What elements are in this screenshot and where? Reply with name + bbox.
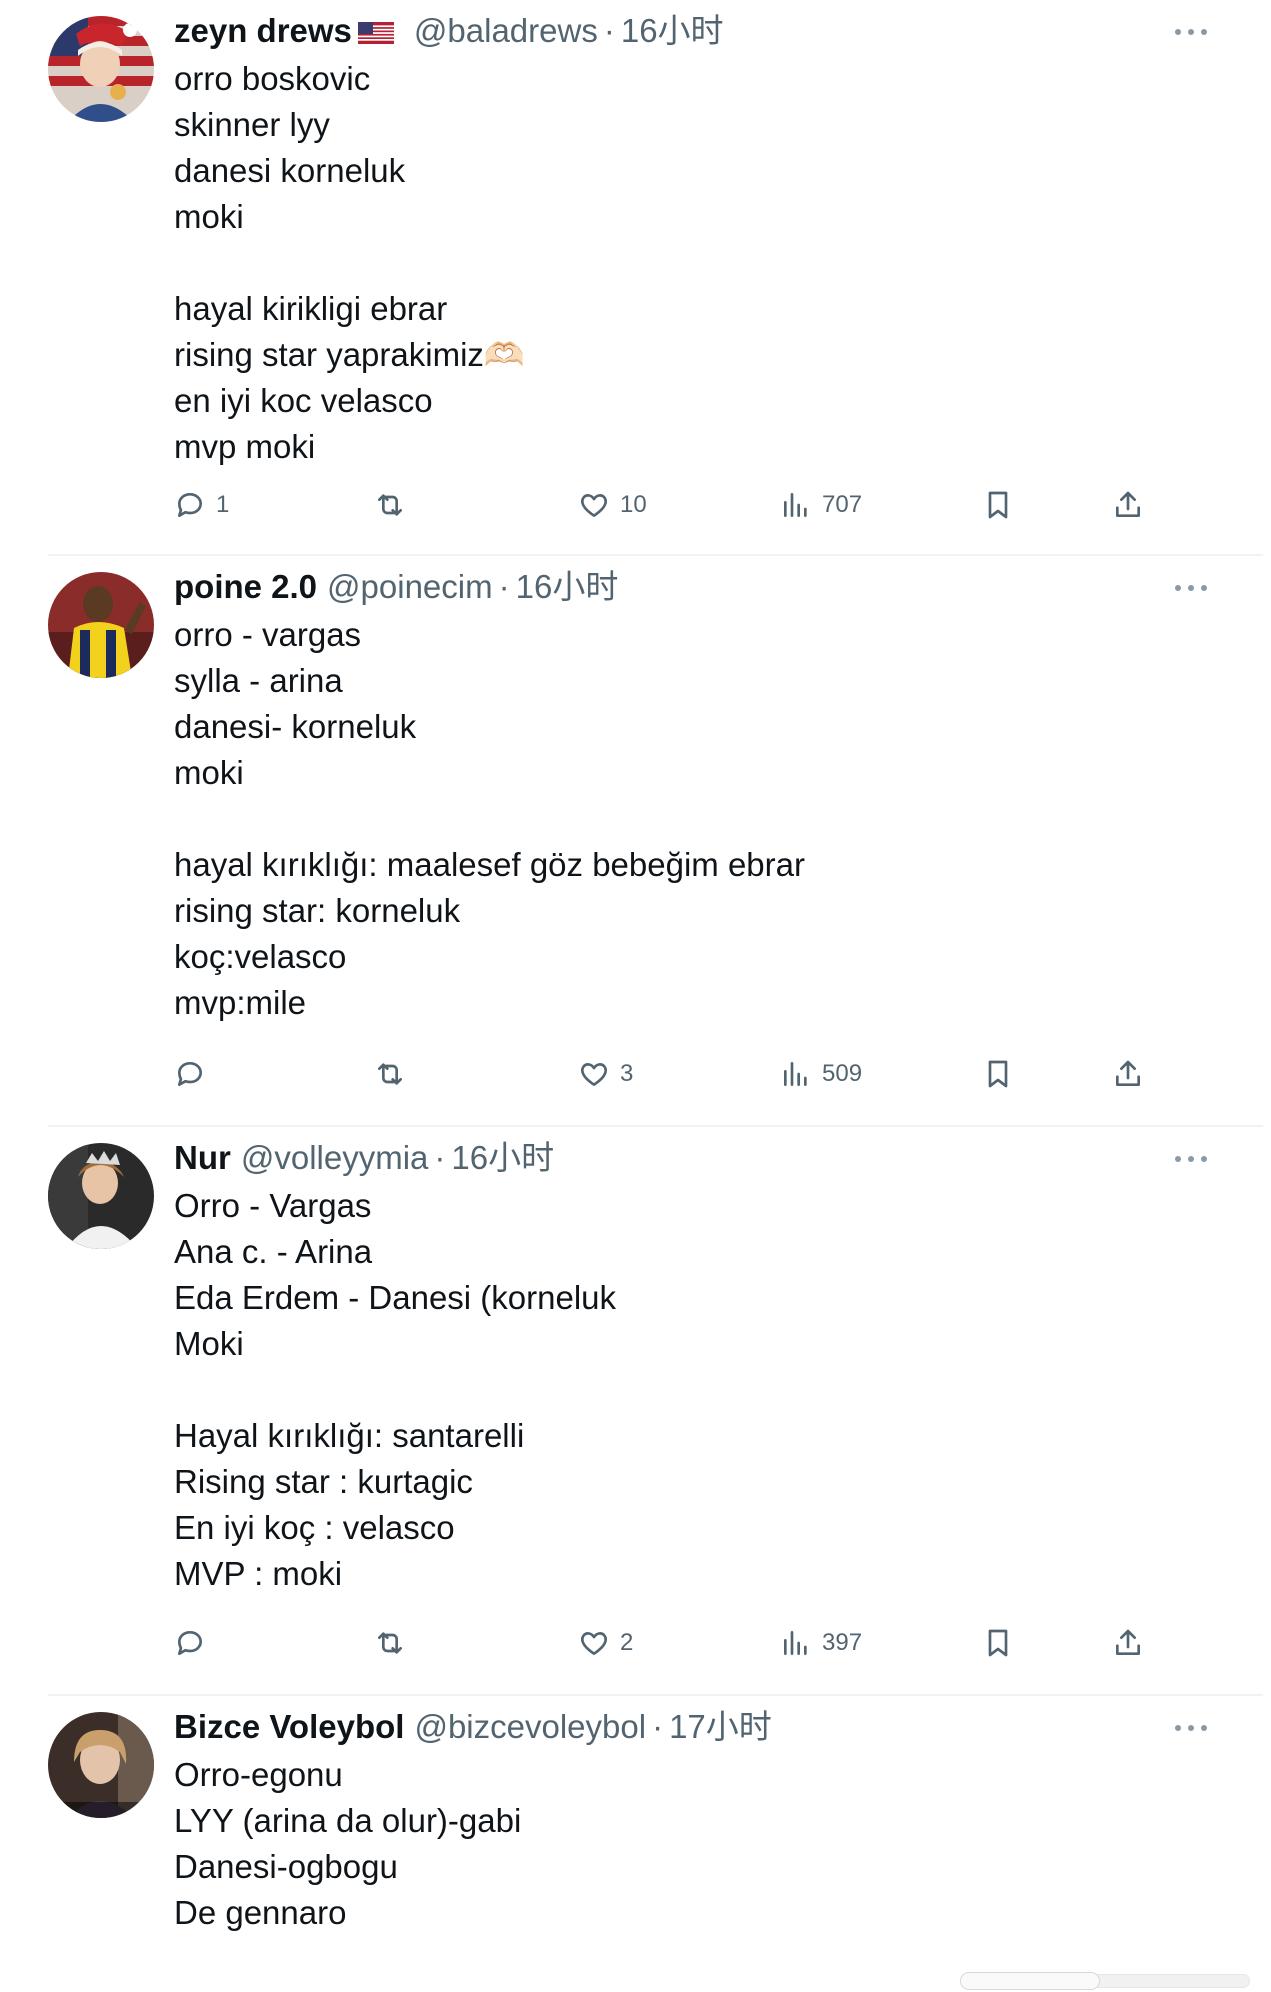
tweet[interactable]: Nur @volleyymia · 16小时 Orro - Vargas Ana… xyxy=(0,1127,1271,1696)
more-icon[interactable] xyxy=(1171,1716,1211,1740)
author-name[interactable]: poine 2.0 xyxy=(174,562,317,612)
reply-button[interactable] xyxy=(174,1054,206,1094)
bookmark-button[interactable] xyxy=(982,1054,1014,1094)
author-name[interactable]: Bizce Voleybol xyxy=(174,1702,404,1752)
tweet-text: Orro - Vargas Ana c. - Arina Eda Erdem -… xyxy=(174,1187,617,1592)
tweet[interactable]: poine 2.0 @poinecim · 16小时 orro - vargas… xyxy=(0,556,1271,1127)
timestamp[interactable]: 16小时 xyxy=(451,1133,554,1183)
reply-button[interactable] xyxy=(174,1623,206,1663)
author-handle[interactable]: @volleyymia xyxy=(241,1133,429,1183)
horizontal-scrollbar[interactable] xyxy=(960,1972,1250,1990)
retweet-icon xyxy=(378,1063,402,1085)
retweet-button[interactable] xyxy=(374,485,406,525)
bookmark-icon xyxy=(988,491,1008,519)
more-icon[interactable] xyxy=(1171,20,1211,44)
heart-icon xyxy=(580,1063,608,1086)
timestamp[interactable]: 16小时 xyxy=(621,6,724,56)
separator-dot: · xyxy=(434,1139,446,1176)
reply-button[interactable]: 1 xyxy=(174,485,229,525)
like-count: 2 xyxy=(620,1629,634,1656)
action-bar: 2 397 xyxy=(174,1623,1164,1663)
heart-icon xyxy=(580,494,608,517)
share-button[interactable] xyxy=(1112,485,1144,525)
reply-icon xyxy=(178,1062,202,1086)
share-button[interactable] xyxy=(1112,1054,1144,1094)
scrollbar-thumb[interactable] xyxy=(960,1972,1100,1990)
bookmark-icon xyxy=(988,1629,1008,1657)
reply-icon xyxy=(178,493,202,517)
more-icon[interactable] xyxy=(1171,576,1211,600)
author-name[interactable]: Nur xyxy=(174,1133,231,1183)
more-icon[interactable] xyxy=(1171,1147,1211,1171)
share-icon xyxy=(1116,1060,1140,1086)
share-icon xyxy=(1116,491,1140,517)
separator-dot: · xyxy=(652,1708,664,1745)
bookmark-icon xyxy=(988,1060,1008,1088)
author-name[interactable]: zeyn drews xyxy=(174,6,352,56)
separator-dot: · xyxy=(498,568,510,605)
like-count: 3 xyxy=(620,1060,634,1087)
tweet[interactable]: Bizce Voleybol @bizcevoleybol · 17小时 Orr… xyxy=(0,1696,1271,1992)
bookmark-button[interactable] xyxy=(982,1623,1014,1663)
retweet-button[interactable] xyxy=(374,1623,406,1663)
views-icon xyxy=(784,1631,807,1655)
like-button[interactable]: 10 xyxy=(578,485,647,525)
action-bar: 3 509 xyxy=(174,1054,1164,1094)
reply-icon xyxy=(178,1631,202,1655)
action-bar: 1 10 707 xyxy=(174,485,1164,525)
views-count: 707 xyxy=(822,491,863,518)
author-handle[interactable]: @baladrews xyxy=(414,6,598,56)
avatar[interactable] xyxy=(48,1712,154,1818)
timestamp[interactable]: 16小时 xyxy=(516,562,619,612)
like-button[interactable]: 3 xyxy=(578,1054,633,1094)
like-button[interactable]: 2 xyxy=(578,1623,633,1663)
views-icon xyxy=(784,493,807,517)
retweet-button[interactable] xyxy=(374,1054,406,1094)
author-handle[interactable]: @bizcevoleybol xyxy=(414,1702,646,1752)
us-flag-icon xyxy=(357,22,394,44)
retweet-icon xyxy=(378,494,402,516)
avatar[interactable] xyxy=(48,1143,154,1249)
tweet-text: Orro-egonu LYY (arina da olur)-gabi Dane… xyxy=(174,1756,522,1931)
views-count: 509 xyxy=(822,1060,863,1087)
views-button[interactable]: 397 xyxy=(780,1623,862,1663)
heart-icon xyxy=(580,1632,608,1655)
timeline: zeyn drews @baladrews · 16小时 orro boskov… xyxy=(0,0,1271,1992)
avatar[interactable] xyxy=(48,572,154,678)
views-count: 397 xyxy=(822,1629,863,1656)
tweet[interactable]: zeyn drews @baladrews · 16小时 orro boskov… xyxy=(0,0,1271,556)
reply-count: 1 xyxy=(216,491,230,518)
views-icon xyxy=(784,1062,807,1086)
tweet-text: orro boskovic skinner lyy danesi kornelu… xyxy=(174,60,525,465)
views-button[interactable]: 509 xyxy=(780,1054,862,1094)
tweet-text: orro - vargas sylla - arina danesi- korn… xyxy=(174,616,805,1021)
bookmark-button[interactable] xyxy=(982,485,1014,525)
avatar[interactable] xyxy=(48,16,154,122)
separator-dot: · xyxy=(603,12,615,49)
share-icon xyxy=(1116,1629,1140,1655)
timestamp[interactable]: 17小时 xyxy=(669,1702,772,1752)
like-count: 10 xyxy=(620,491,647,518)
author-handle[interactable]: @poinecim xyxy=(327,562,493,612)
share-button[interactable] xyxy=(1112,1623,1144,1663)
retweet-icon xyxy=(378,1632,402,1654)
views-button[interactable]: 707 xyxy=(780,485,862,525)
